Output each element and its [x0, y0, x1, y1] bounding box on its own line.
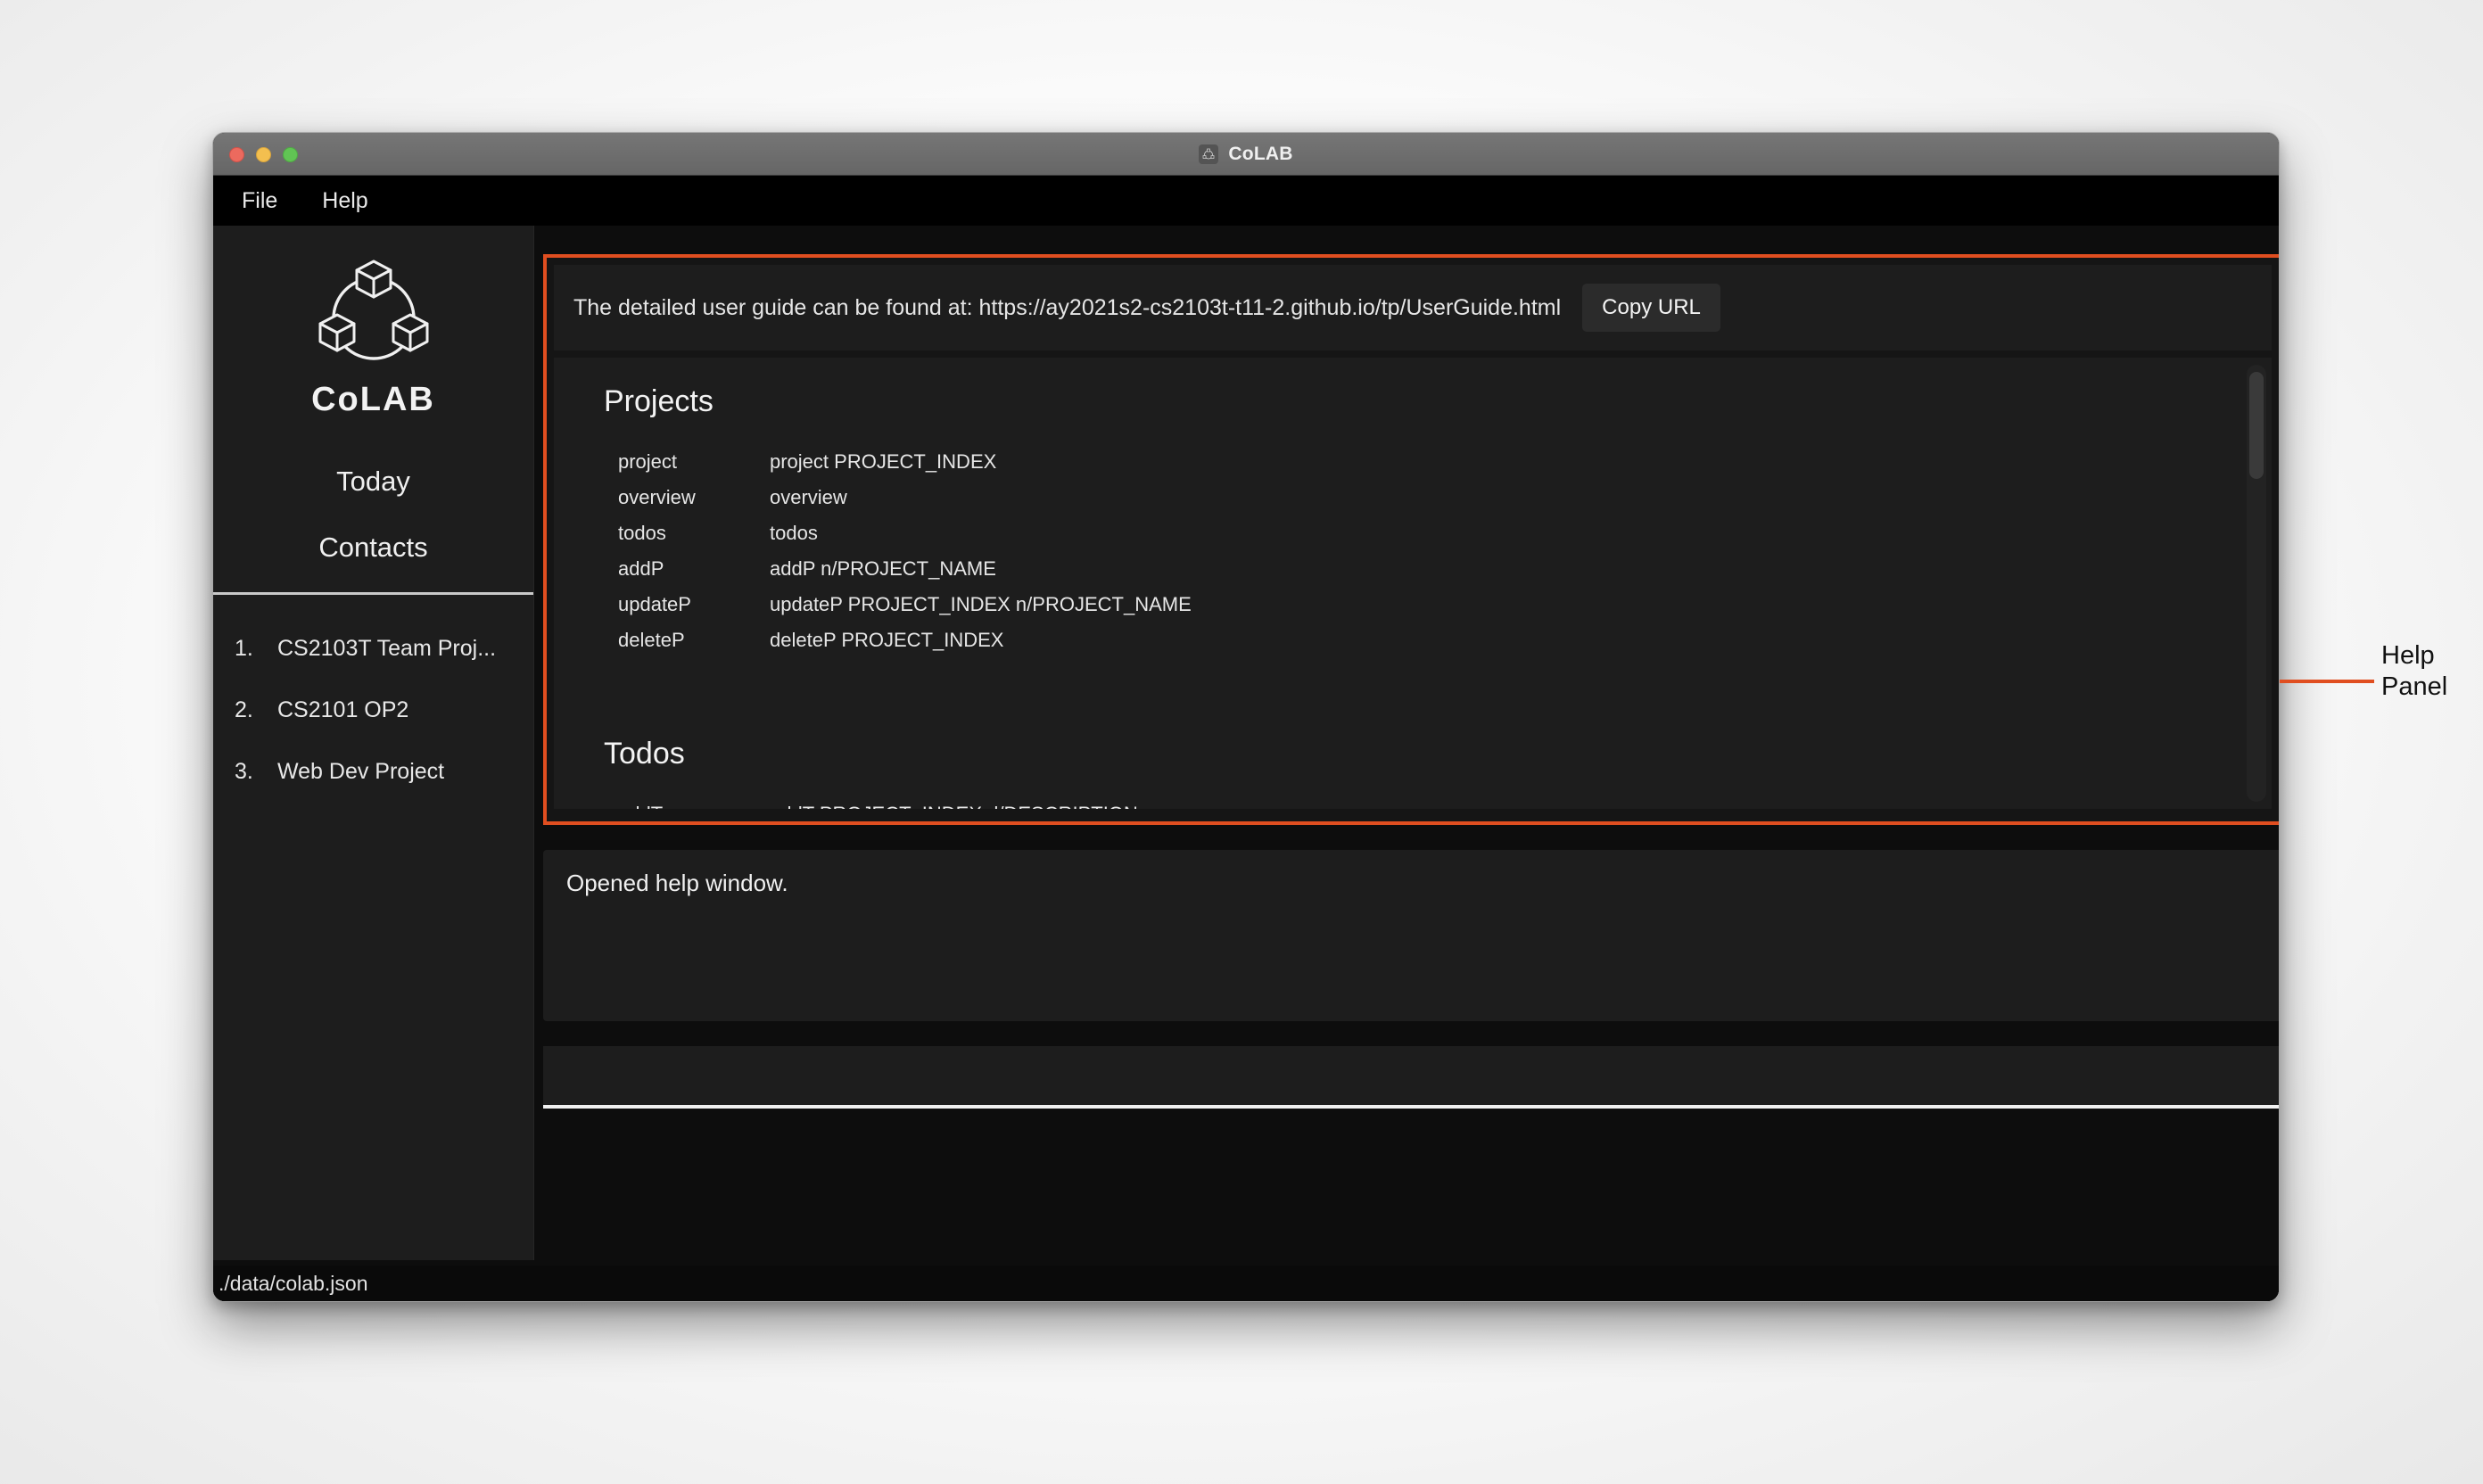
help-scrollbar[interactable]	[2247, 365, 2266, 802]
table-row: addP addP n/PROJECT_NAME	[604, 551, 2222, 587]
section-title-todos: Todos	[604, 737, 685, 771]
command-key: project	[618, 450, 678, 473]
main-content: The detailed user guide can be found at:…	[534, 226, 2279, 1301]
screenshot-stage: CoLAB File Help CoLAB Today Contacts 1. …	[0, 0, 2483, 1484]
project-index: 3.	[235, 759, 253, 784]
help-panel-inner: The detailed user guide can be found at:…	[547, 258, 2279, 821]
sidebar-logo-text: CoLAB	[311, 381, 435, 418]
command-format: addP n/PROJECT_NAME	[770, 557, 996, 580]
command-format: deleteP PROJECT_INDEX	[770, 629, 1004, 651]
status-bar: ./data/colab.json	[213, 1266, 2279, 1301]
command-key: deleteP	[618, 629, 685, 651]
copy-url-button[interactable]: Copy URL	[1582, 284, 1720, 332]
annotation-leader-line	[2280, 680, 2374, 683]
annotation-label-line1: Help	[2381, 641, 2435, 670]
window-title: CoLAB	[1228, 144, 1293, 164]
list-item[interactable]: 3. Web Dev Project	[213, 741, 533, 803]
project-index: 1.	[235, 636, 253, 661]
status-file-path: ./data/colab.json	[219, 1271, 368, 1295]
command-format: overview	[770, 486, 847, 508]
table-row: updateP updateP PROJECT_INDEX n/PROJECT_…	[604, 587, 2222, 622]
list-item[interactable]: 2. CS2101 OP2	[213, 680, 533, 741]
sidebar: CoLAB Today Contacts 1. CS2103T Team Pro…	[213, 226, 534, 1260]
command-key: addT	[618, 803, 770, 809]
command-key: updateP	[618, 593, 691, 615]
colab-network-cubes-icon	[213, 226, 533, 370]
command-format: project PROJECT_INDEX	[770, 450, 997, 473]
app-window: CoLAB File Help CoLAB Today Contacts 1. …	[212, 132, 2280, 1302]
table-row: deleteP deleteP PROJECT_INDEX	[604, 622, 2222, 658]
command-key: todos	[618, 522, 666, 544]
window-titlebar: CoLAB	[213, 133, 2279, 176]
help-command-list: Projects project project PROJECT_INDEX o…	[554, 358, 2272, 809]
menu-file[interactable]: File	[236, 186, 283, 216]
help-panel: The detailed user guide can be found at:…	[543, 254, 2279, 825]
project-name: Web Dev Project	[277, 759, 445, 784]
table-row: todos todos	[604, 515, 2222, 551]
command-key: overview	[618, 486, 696, 508]
help-url-bar: The detailed user guide can be found at:…	[554, 265, 2272, 350]
list-item[interactable]: 1. CS2103T Team Proj...	[213, 618, 533, 680]
project-name: CS2101 OP2	[277, 697, 409, 722]
menu-help[interactable]: Help	[317, 186, 373, 216]
window-body: CoLAB Today Contacts 1. CS2103T Team Pro…	[213, 226, 2279, 1301]
command-format: updateP PROJECT_INDEX n/PROJECT_NAME	[770, 593, 1192, 615]
table-row: overview overview	[604, 480, 2222, 515]
command-format: todos	[770, 522, 818, 544]
sidebar-nav-today[interactable]: Today	[213, 457, 533, 507]
command-box[interactable]	[543, 1046, 2279, 1109]
table-row: addT addT PROJECT_INDEX d/DESCRIPTION	[604, 796, 2222, 809]
sidebar-nav-contacts[interactable]: Contacts	[213, 523, 533, 573]
annotation-label-line2: Panel	[2381, 672, 2448, 702]
sidebar-nav: Today Contacts	[213, 457, 533, 573]
result-display-box: Opened help window.	[543, 850, 2279, 1021]
section-title-projects: Projects	[604, 384, 714, 418]
command-format: addT PROJECT_INDEX d/DESCRIPTION	[770, 803, 1138, 809]
menubar: File Help	[213, 176, 2279, 226]
command-key: addP	[618, 557, 664, 580]
help-url-text: The detailed user guide can be found at:…	[573, 294, 1562, 320]
command-input[interactable]	[543, 1046, 2279, 1105]
help-scrollbar-thumb[interactable]	[2249, 372, 2264, 479]
colab-logo-icon	[1199, 144, 1219, 164]
project-index: 2.	[235, 697, 253, 722]
table-row: project project PROJECT_INDEX	[604, 444, 2222, 480]
result-message: Opened help window.	[566, 870, 788, 896]
window-title-group: CoLAB	[213, 133, 2279, 176]
project-name: CS2103T Team Proj...	[277, 636, 497, 661]
annotation-label: Help Panel	[2381, 640, 2479, 704]
project-list: 1. CS2103T Team Proj... 2. CS2101 OP2 3.…	[213, 595, 533, 803]
help-scroll-content: Projects project project PROJECT_INDEX o…	[554, 358, 2272, 809]
